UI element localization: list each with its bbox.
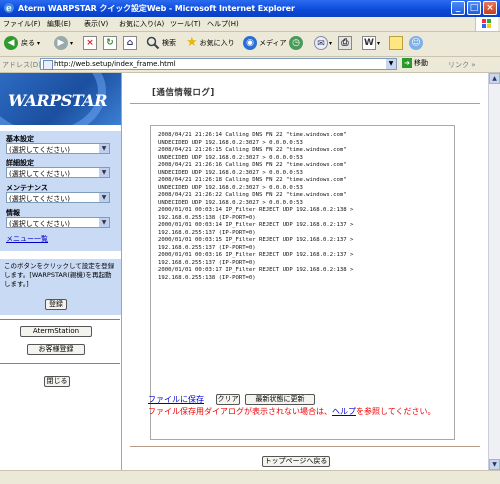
help-link[interactable]: ヘルプ — [332, 407, 356, 416]
address-bar: アドレス(D) http://web.setup/index_frame.htm… — [0, 57, 500, 73]
menu-view[interactable]: 表示(V) — [84, 19, 108, 29]
page-icon — [43, 60, 53, 70]
menu-help[interactable]: ヘルプ(H) — [207, 19, 239, 29]
edit-button[interactable]: W ▾ — [362, 36, 380, 50]
address-url: http://web.setup/index_frame.html — [54, 60, 176, 68]
menu-tools[interactable]: ツール(T) — [170, 19, 201, 29]
chevron-down-icon[interactable]: ▼ — [386, 59, 396, 69]
content-frame: [通信情報ログ] 2008/04/21 21:26:14 Calling DNS… — [122, 73, 488, 470]
menu-favorites[interactable]: お気に入り(A) — [119, 19, 164, 29]
address-input[interactable]: http://web.setup/index_frame.html ▼ — [40, 58, 397, 70]
chevron-down-icon: ▼ — [99, 218, 109, 227]
settings-nav: 基本設定 (選択してください) ▼ 詳細設定 (選択してください) ▼ メンテナンス… — [0, 131, 121, 251]
chevron-down-icon: ▾ — [70, 39, 74, 47]
links-button[interactable]: リンク » — [448, 60, 476, 70]
forward-arrow-icon: ▶ — [54, 36, 68, 50]
search-button[interactable]: 検索 — [146, 36, 176, 50]
star-icon: ★ — [186, 35, 198, 50]
chevron-down-icon: ▼ — [99, 168, 109, 177]
sidebar-divider — [0, 363, 120, 364]
sidebar-frame: WARPSTAR 基本設定 (選択してください) ▼ 詳細設定 (選択してください… — [0, 73, 122, 470]
register-button[interactable]: 登録 — [45, 299, 67, 310]
logo-text: WARPSTAR — [8, 91, 107, 110]
forward-button[interactable]: ▶ ▾ — [54, 36, 73, 50]
edit-icon: W — [362, 36, 376, 50]
close-window-button[interactable]: × — [483, 1, 497, 15]
aterm-station-button[interactable]: AtermStation — [20, 326, 92, 337]
minimize-button[interactable]: _ — [451, 1, 465, 15]
toolbar: ◀ 戻る ▾ ▶ ▾ × ↻ ⌂ 検索 ★ お気に入り ◉ メディア ◷ ✉ ▾ … — [0, 32, 500, 57]
home-button[interactable]: ⌂ — [123, 36, 137, 50]
chevron-down-icon: ▾ — [377, 39, 381, 47]
customer-registration-button[interactable]: お客様登録 — [27, 344, 85, 355]
window-title: Aterm WARPSTAR クイック設定Web - Microsoft Int… — [18, 4, 295, 13]
detail-settings-select[interactable]: (選択してください) ▼ — [6, 167, 110, 178]
heading-divider — [130, 103, 480, 104]
restart-message: このボタンをクリックして設定を登録します。[WARPSTAR(親機)を再起動しま… — [4, 262, 115, 288]
sidebar-divider — [0, 319, 120, 320]
title-bar: e Aterm WARPSTAR クイック設定Web - Microsoft I… — [0, 0, 500, 17]
menu-bar: ファイル(F) 編集(E) 表示(V) お気に入り(A) ツール(T) ヘルプ(… — [0, 17, 500, 32]
folder-icon — [389, 36, 403, 50]
messenger-icon: ☺ — [409, 36, 423, 50]
svg-text:e: e — [6, 4, 12, 14]
scroll-down-arrow-icon[interactable]: ▼ — [489, 459, 500, 470]
go-button[interactable]: ➜ 移動 — [402, 58, 428, 68]
ie-icon: e — [4, 3, 14, 14]
footer-divider — [130, 446, 480, 447]
back-to-top-button[interactable]: トップページへ戻る — [262, 456, 330, 467]
chevron-down-icon: ▾ — [37, 39, 41, 47]
menu-list-link[interactable]: メニュー一覧 — [6, 234, 48, 244]
close-button[interactable]: 閉じる — [44, 376, 70, 387]
mail-button[interactable]: ✉ ▾ — [314, 36, 332, 50]
restart-panel: このボタンをクリックして設定を登録します。[WARPSTAR(親機)を再起動しま… — [0, 259, 121, 315]
search-icon — [146, 36, 160, 50]
log-text: 2008/04/21 21:26:14 Calling DNS FN 22 "t… — [158, 132, 354, 281]
go-arrow-icon: ➜ — [402, 58, 412, 68]
maximize-button[interactable]: □ — [467, 1, 481, 15]
page-title: [通信情報ログ] — [152, 88, 215, 98]
back-arrow-icon: ◀ — [4, 36, 18, 50]
windows-flag-icon — [475, 17, 498, 31]
refresh-icon: ↻ — [103, 36, 117, 50]
menu-edit[interactable]: 編集(E) — [47, 19, 71, 29]
chevron-down-icon: ▼ — [99, 144, 109, 153]
menu-file[interactable]: ファイル(F) — [3, 19, 41, 29]
back-button[interactable]: ◀ 戻る ▾ — [4, 36, 40, 50]
address-label: アドレス(D) — [2, 61, 41, 69]
vertical-scrollbar[interactable]: ▲ ▼ — [488, 73, 500, 470]
favorites-button[interactable]: ★ お気に入り — [186, 36, 235, 50]
info-select[interactable]: (選択してください) ▼ — [6, 217, 110, 228]
refresh-button[interactable]: ↻ — [103, 36, 117, 50]
print-icon: ⎙ — [338, 36, 352, 50]
status-bar — [0, 470, 500, 484]
save-to-file-link[interactable]: ファイルに保存 — [148, 394, 204, 405]
history-button[interactable]: ◷ — [289, 36, 303, 50]
media-button[interactable]: ◉ メディア — [243, 36, 287, 50]
chevron-down-icon: ▾ — [329, 39, 333, 47]
stop-icon: × — [83, 36, 97, 50]
history-icon: ◷ — [289, 36, 303, 50]
clear-button[interactable]: クリア — [216, 394, 240, 405]
log-textarea[interactable]: 2008/04/21 21:26:14 Calling DNS FN 22 "t… — [150, 125, 455, 440]
save-warning-text: ファイル保存用ダイアログが表示されない場合は、ヘルプを参照してください。 — [148, 407, 436, 416]
home-icon: ⌂ — [123, 36, 137, 50]
scroll-up-arrow-icon[interactable]: ▲ — [489, 73, 500, 84]
stop-button[interactable]: × — [83, 36, 97, 50]
basic-settings-select[interactable]: (選択してください) ▼ — [6, 143, 110, 154]
print-button[interactable]: ⎙ — [338, 36, 352, 50]
refresh-log-button[interactable]: 最新状態に更新 — [245, 394, 315, 405]
maintenance-select[interactable]: (選択してください) ▼ — [6, 192, 110, 203]
warpstar-logo[interactable]: WARPSTAR — [0, 73, 121, 125]
discuss-button[interactable] — [389, 36, 403, 50]
chevron-down-icon: ▼ — [99, 193, 109, 202]
media-icon: ◉ — [243, 36, 257, 50]
messenger-button[interactable]: ☺ — [409, 36, 423, 50]
mail-icon: ✉ — [314, 36, 328, 50]
